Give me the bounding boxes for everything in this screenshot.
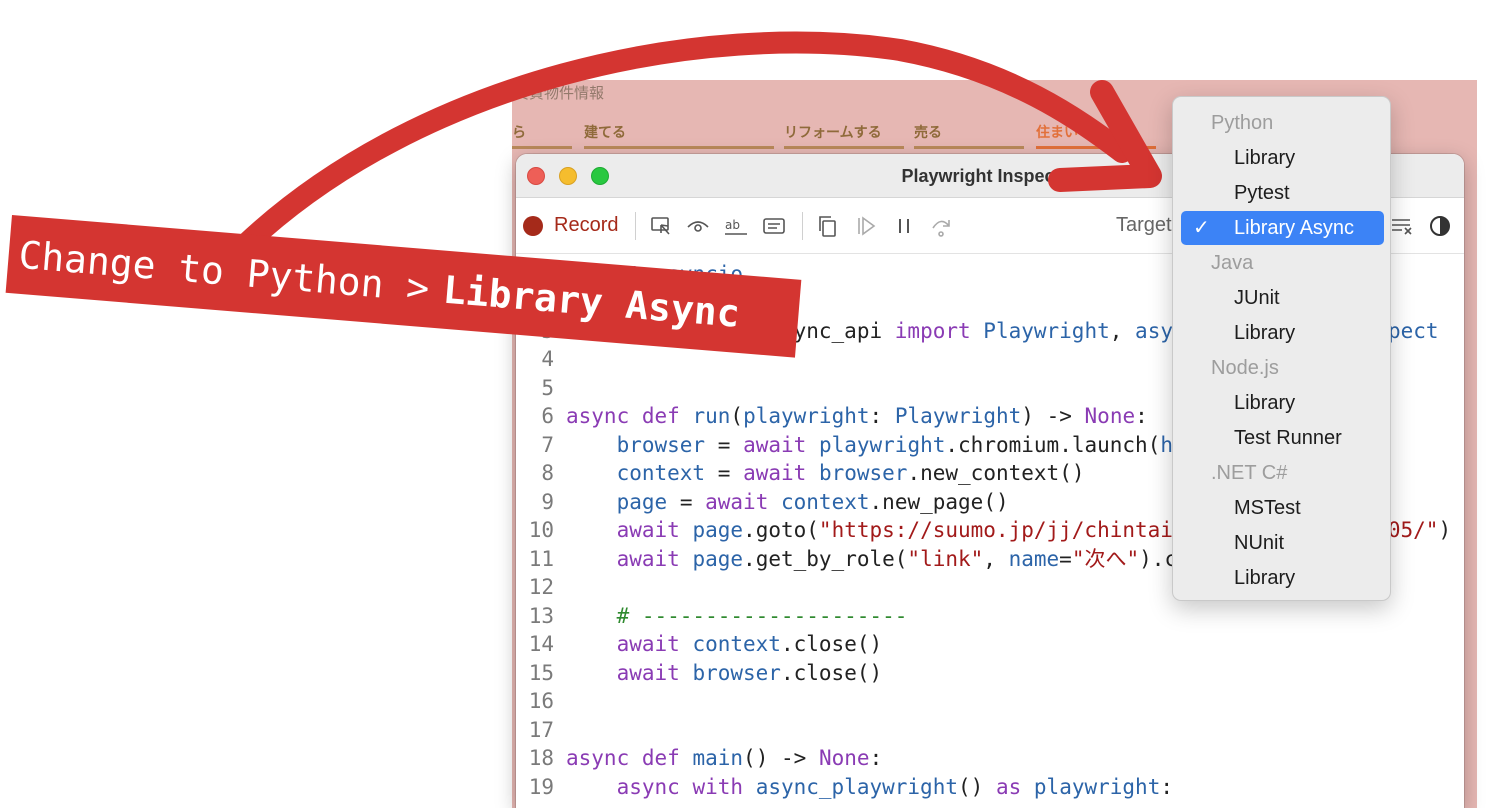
menu-group-header: .NET C# <box>1211 462 1288 484</box>
menu-item-label: Library <box>1234 147 1296 169</box>
bg-nav-item: 売る <box>914 124 942 140</box>
menu-group-header: Java <box>1211 252 1254 274</box>
toolbar-divider <box>635 212 636 240</box>
code-line: 11 await page.get_by_role("link", name="… <box>516 545 1253 573</box>
line-number: 7 <box>541 433 554 457</box>
bg-nav-item: 住まい <box>1036 124 1078 140</box>
code-line: 14 await context.close() <box>516 630 882 658</box>
svg-text:ab: ab <box>725 218 740 232</box>
menu-item[interactable]: Library <box>1181 141 1384 175</box>
line-number: 15 <box>528 661 554 685</box>
line-number: 14 <box>528 632 554 656</box>
annotation-emphasis: Library Async <box>441 267 742 336</box>
menu-item[interactable]: Pytest <box>1181 176 1384 210</box>
menu-item-label: MSTest <box>1234 497 1301 519</box>
target-language-label: Target: <box>1116 214 1178 236</box>
code-line: 17 <box>516 716 566 744</box>
clear-icon[interactable] <box>1388 212 1416 240</box>
line-number: 13 <box>528 604 554 628</box>
step-over-icon[interactable] <box>927 212 955 240</box>
code-line: 8 context = await browser.new_context() <box>516 459 1084 487</box>
menu-item[interactable]: Library <box>1181 316 1384 350</box>
line-number: 10 <box>528 518 554 542</box>
assert-text-icon[interactable]: ab <box>722 212 750 240</box>
menu-item-label: NUnit <box>1234 532 1285 554</box>
menu-item-label: Library <box>1234 392 1296 414</box>
menu-item[interactable]: Library <box>1181 561 1384 595</box>
code-line: 13 # --------------------- <box>516 602 908 630</box>
menu-item[interactable]: NUnit <box>1181 526 1384 560</box>
line-number: 5 <box>541 376 554 400</box>
menu-item-label: JUnit <box>1234 287 1280 309</box>
assert-visibility-icon[interactable] <box>684 212 712 240</box>
bg-nav-item: ら <box>512 124 526 140</box>
annotation-prefix: Change to Python > <box>16 232 432 311</box>
menu-item-label: Library <box>1234 567 1296 589</box>
code-line: 9 page = await context.new_page() <box>516 488 1008 516</box>
menu-group-header: Node.js <box>1211 357 1279 379</box>
menu-item-label: Pytest <box>1234 182 1290 204</box>
bg-nav-item: 建てる <box>584 124 626 140</box>
line-number: 4 <box>541 347 554 371</box>
theme-toggle-icon[interactable] <box>1426 212 1454 240</box>
record-button[interactable]: Record <box>554 214 618 237</box>
line-number: 6 <box>541 404 554 428</box>
resume-icon[interactable] <box>852 212 880 240</box>
menu-group-header: Python <box>1211 112 1274 134</box>
line-number: 12 <box>528 575 554 599</box>
menu-item[interactable]: JUnit <box>1181 281 1384 315</box>
checkmark-icon: ✓ <box>1193 217 1210 239</box>
code-line: 4 <box>516 345 566 373</box>
pick-locator-icon[interactable] <box>647 212 675 240</box>
line-number: 18 <box>528 746 554 770</box>
record-icon[interactable] <box>523 216 543 236</box>
target-language-menu[interactable]: Python Library Pytest ✓ Library Async Java JUn… <box>1172 96 1391 601</box>
code-line: 12 <box>516 573 566 601</box>
code-line: 19 async with async_playwright() as play… <box>516 773 1173 801</box>
line-number: 8 <box>541 461 554 485</box>
pause-icon[interactable] <box>890 212 918 240</box>
copy-icon[interactable] <box>813 212 841 240</box>
code-line: 16 <box>516 687 566 715</box>
code-line: 6 async def run(playwright: Playwright) -… <box>516 402 1147 430</box>
menu-item-label: Library <box>1234 322 1296 344</box>
code-line: 15 await browser.close() <box>516 659 882 687</box>
line-number: 16 <box>528 689 554 713</box>
assert-value-icon[interactable] <box>760 212 788 240</box>
menu-item[interactable]: Library <box>1181 386 1384 420</box>
menu-item-label: Test Runner <box>1234 427 1342 449</box>
menu-item-selected[interactable]: ✓ Library Async <box>1181 211 1384 245</box>
code-line: 5 <box>516 374 566 402</box>
line-number: 17 <box>528 718 554 742</box>
code-line: 18 async def main() -> None: <box>516 744 883 772</box>
line-number: 11 <box>528 547 554 571</box>
toolbar-divider <box>802 212 803 240</box>
menu-item-label: Library Async <box>1234 217 1355 239</box>
line-number: 19 <box>528 775 554 799</box>
menu-item[interactable]: MSTest <box>1181 491 1384 525</box>
background-site-title: 賃貸物件情報 <box>514 85 605 102</box>
line-number: 9 <box>541 490 554 514</box>
menu-item[interactable]: Test Runner <box>1181 421 1384 455</box>
bg-nav-item: リフォームする <box>784 124 882 140</box>
